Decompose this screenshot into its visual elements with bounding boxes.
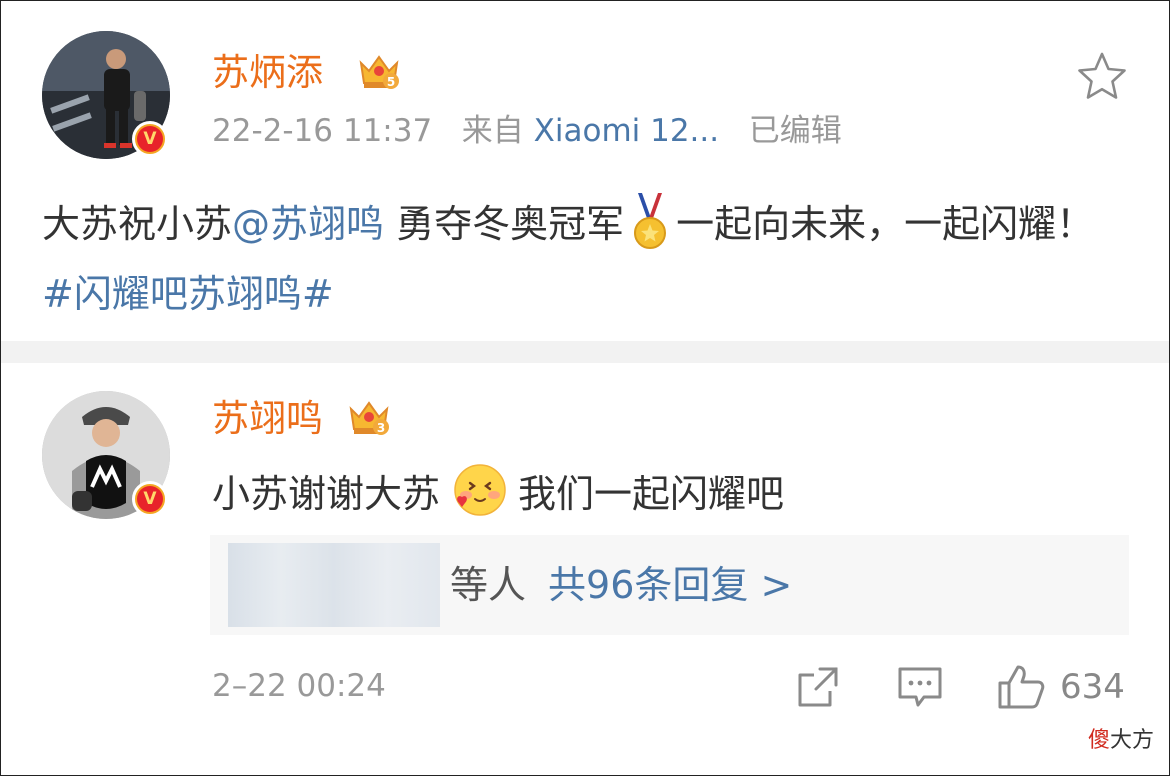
share-icon (798, 667, 838, 707)
comment-text-after: 我们一起闪耀吧 (518, 472, 785, 516)
comment-icon (898, 667, 942, 707)
source-prefix: 来自 (461, 113, 524, 149)
content-prefix: 大苏祝小苏 (42, 202, 233, 246)
replies-summary[interactable]: 等人 共96条回复 > (210, 535, 1129, 635)
post-meta: 22-2-16 11:37 来自 Xiaomi 12... 已编辑 (212, 111, 842, 151)
blurred-usernames (228, 543, 440, 627)
content-suffix: 一起向未来，一起闪耀！ (676, 202, 1095, 246)
replies-suffix: 等人 (450, 563, 527, 607)
watermark-red: 傻 (1087, 728, 1110, 753)
medal-icon (634, 193, 667, 249)
verified-v-icon: V (132, 121, 168, 157)
like-count: 634 (1060, 667, 1125, 707)
hot-comment: V 苏翊鸣 3 小苏谢谢大苏 我们一起闪耀吧 等人 共96条回复 > 2–22 0… (1, 363, 1169, 774)
comment-text: 小苏谢谢大苏 我们一起闪耀吧 (212, 461, 784, 522)
like-icon (998, 665, 1045, 709)
level-number: 3 (377, 421, 385, 435)
post-author-name[interactable]: 苏炳添 (212, 51, 323, 95)
hashtag-link[interactable]: #闪耀吧苏翊鸣# (42, 272, 334, 316)
crown-icon: 5 (359, 55, 399, 89)
weibo-post: V 苏炳添 5 22-2-16 11:37 来自 Xiaomi 12... 已编… (1, 1, 1169, 341)
like-button[interactable]: 634 (996, 663, 1125, 711)
comment-button[interactable] (896, 663, 944, 711)
verified-v-icon: V (132, 481, 168, 517)
post-timestamp: 22-2-16 11:37 (212, 113, 433, 149)
blush-emoji-icon (454, 464, 506, 516)
watermark: 傻大方 (1088, 722, 1154, 754)
replies-text: 等人 共96条回复 > (450, 561, 792, 609)
mention-link[interactable]: @苏翊鸣 (232, 202, 384, 246)
crown-icon: 3 (349, 401, 389, 435)
share-button[interactable] (794, 663, 842, 711)
post-source-link[interactable]: Xiaomi 12... (534, 113, 720, 149)
edited-label[interactable]: 已编辑 (749, 113, 842, 149)
replies-link[interactable]: 共96条回复 > (548, 563, 792, 607)
star-icon[interactable] (1076, 51, 1128, 101)
level-number: 5 (387, 75, 395, 89)
section-divider (1, 341, 1169, 363)
watermark-black: 大方 (1109, 728, 1154, 753)
comment-author-name[interactable]: 苏翊鸣 (212, 397, 323, 441)
comment-timestamp: 2–22 00:24 (212, 668, 386, 704)
content-middle: 勇夺冬奥冠军 (384, 202, 625, 246)
comment-text-before: 小苏谢谢大苏 (212, 472, 441, 516)
post-content: 大苏祝小苏@苏翊鸣 勇夺冬奥冠军 一起向未来，一起闪耀！ #闪耀吧苏翊鸣# (42, 189, 1132, 329)
